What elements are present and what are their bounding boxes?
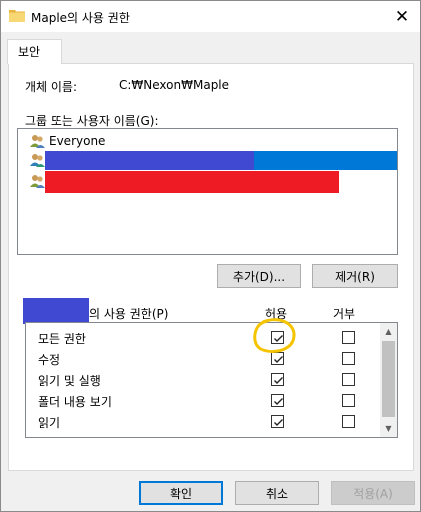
- annotation-circle: [253, 318, 296, 353]
- tab-security[interactable]: 보안: [7, 39, 62, 64]
- remove-button[interactable]: 제거(R): [312, 264, 398, 288]
- close-button[interactable]: ✕: [384, 1, 420, 32]
- permissions-dialog: Maple의 사용 권한 ✕ 보안 개체 이름: C:₩Nexon₩Maple …: [0, 0, 421, 512]
- add-button[interactable]: 추가(D)...: [217, 264, 301, 288]
- deny-checkbox[interactable]: [342, 415, 355, 428]
- object-name-value: C:₩Nexon₩Maple: [119, 78, 230, 92]
- title-bar: Maple의 사용 권한 ✕: [1, 1, 420, 32]
- permissions-title: 의 사용 권한(P): [89, 307, 169, 321]
- scrollbar[interactable]: ▲ ▼: [380, 323, 397, 437]
- allow-checkbox[interactable]: [271, 415, 284, 428]
- folder-icon: [9, 10, 25, 22]
- list-item[interactable]: [18, 151, 397, 170]
- object-name-label: 개체 이름:: [25, 80, 78, 94]
- permission-label: 수정: [38, 353, 61, 367]
- scroll-up-icon[interactable]: ▲: [380, 323, 397, 340]
- group-user-list[interactable]: Everyone: [17, 128, 398, 255]
- deny-checkbox[interactable]: [342, 394, 355, 407]
- redaction-block: [23, 298, 89, 324]
- permission-label: 읽기: [38, 416, 61, 430]
- deny-checkbox[interactable]: [342, 331, 355, 344]
- permission-label: 모든 권한: [38, 332, 86, 346]
- permission-row: 읽기: [26, 411, 381, 432]
- scroll-thumb[interactable]: [382, 341, 395, 417]
- permission-row: 모든 권한: [26, 327, 381, 348]
- list-item[interactable]: [18, 171, 397, 193]
- allow-checkbox[interactable]: [271, 373, 284, 386]
- deny-checkbox[interactable]: [342, 373, 355, 386]
- users-icon: [30, 175, 45, 188]
- group-list-label: 그룹 또는 사용자 이름(G):: [25, 114, 159, 128]
- permission-row: 읽기 및 실행: [26, 369, 381, 390]
- list-item[interactable]: Everyone: [18, 133, 397, 151]
- deny-checkbox[interactable]: [342, 352, 355, 365]
- redaction-block: [45, 151, 254, 170]
- ok-button[interactable]: 확인: [139, 481, 223, 505]
- deny-header: 거부: [333, 307, 356, 321]
- scroll-down-icon[interactable]: ▼: [380, 420, 397, 437]
- permission-row: 수정: [26, 348, 381, 369]
- list-item-label: Everyone: [49, 134, 106, 148]
- apply-button[interactable]: 적용(A): [331, 481, 415, 505]
- permission-label: 읽기 및 실행: [38, 374, 101, 388]
- permission-label: 폴더 내용 보기: [38, 395, 112, 409]
- permission-row: 폴더 내용 보기: [26, 390, 381, 411]
- cancel-button[interactable]: 취소: [235, 481, 319, 505]
- users-icon: [30, 154, 45, 167]
- redaction-block: [45, 171, 339, 193]
- allow-checkbox[interactable]: [271, 394, 284, 407]
- users-icon: [30, 135, 45, 148]
- window-title: Maple의 사용 권한: [31, 11, 130, 25]
